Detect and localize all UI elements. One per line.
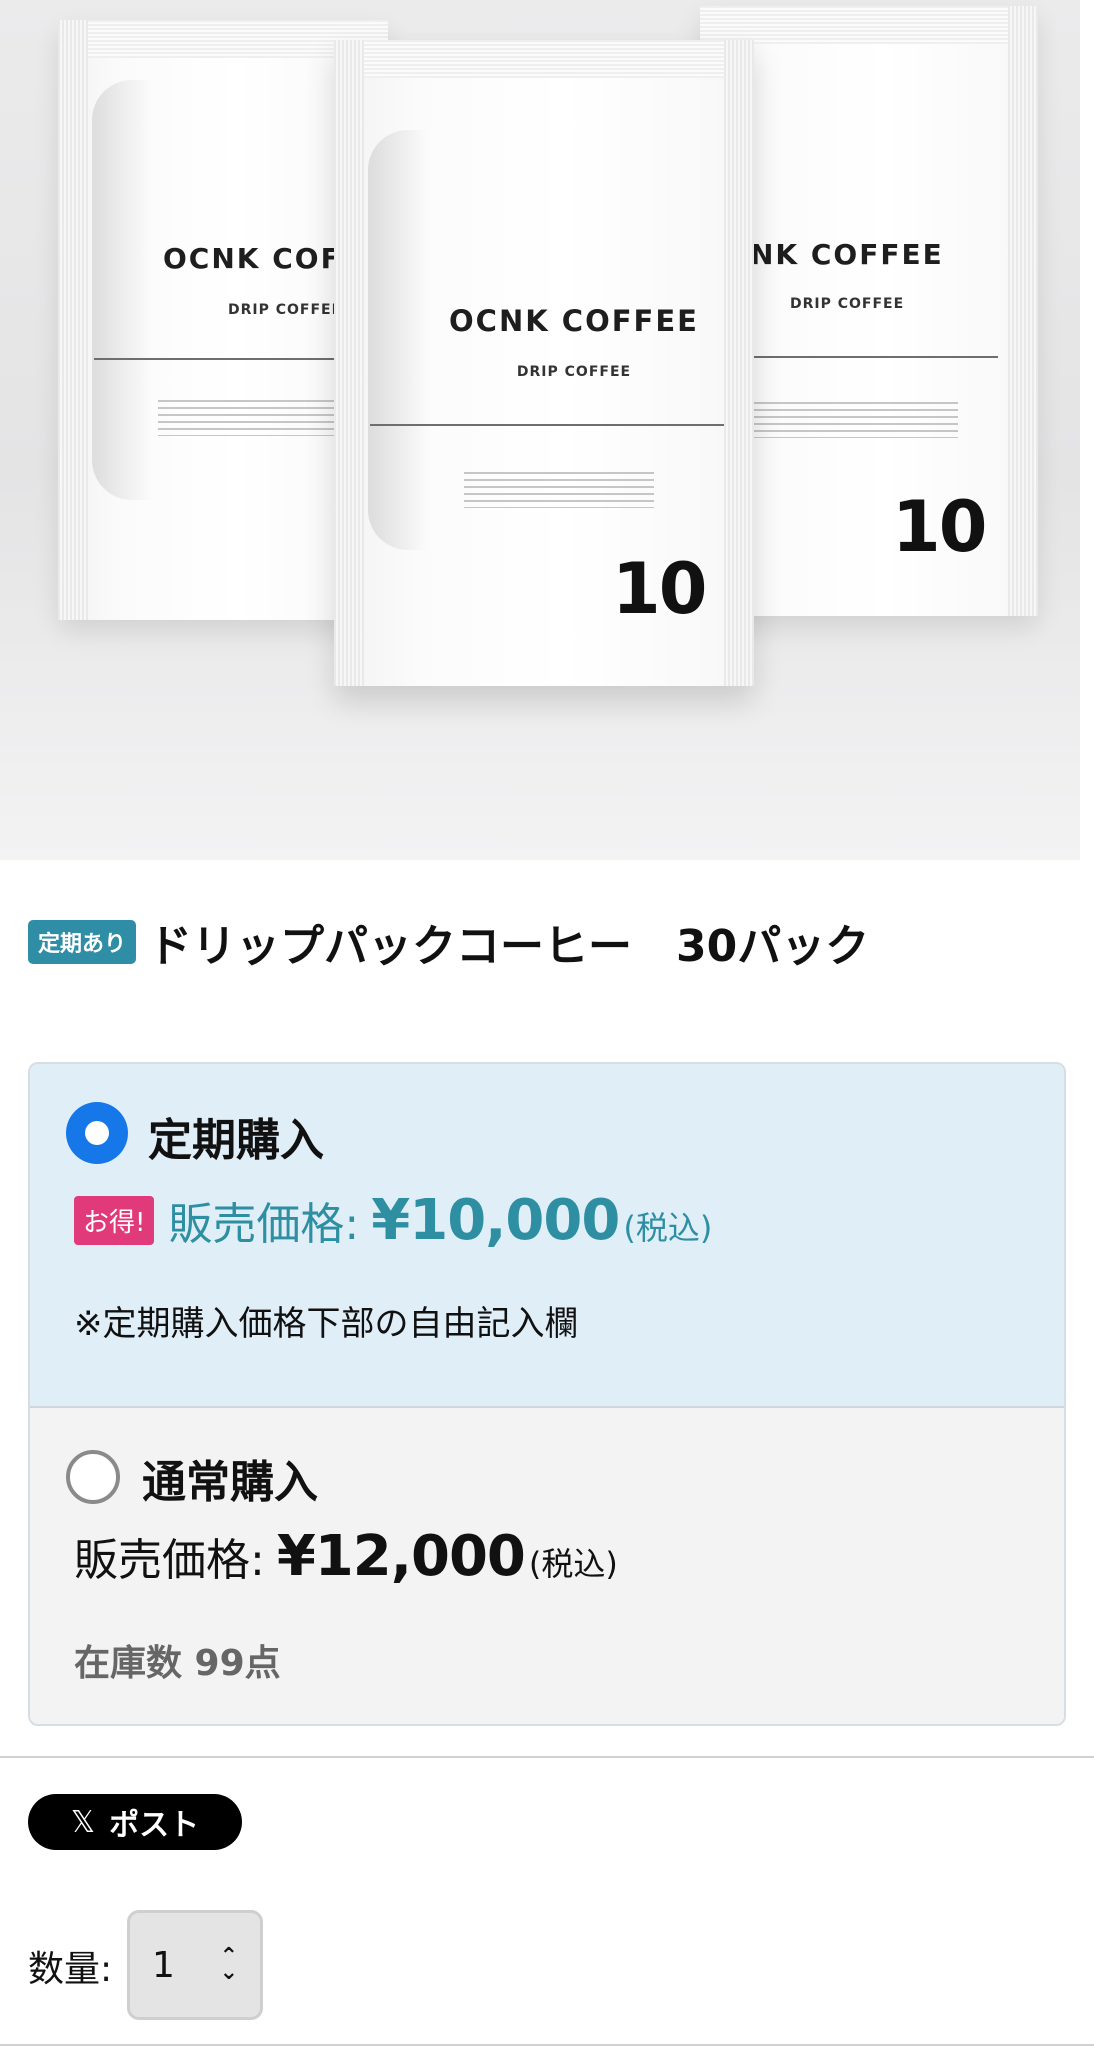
x-logo-icon: 𝕏 [70,1804,96,1840]
deal-badge: お得! [74,1196,155,1245]
subscription-available-badge: 定期あり [28,920,137,964]
subscription-label: 定期購入 [148,1115,324,1166]
product-image: OCNK COF DRIP COFFEE NK COFFEE DRIP COFF… [0,0,1094,860]
regular-label: 通常購入 [142,1457,318,1508]
bag-number: 10 [892,486,987,568]
subscription-price-line: お得! 販売価格: ¥10,000 (税込) [74,1188,712,1253]
regular-price: ¥12,000 [276,1524,526,1589]
bag-subtitle: DRIP COFFEE [516,364,632,380]
stock-count: 在庫数 99点 [74,1643,281,1684]
bag-number: 10 [612,548,707,630]
bag-brand: OCNK COFFEE [449,304,699,338]
tax-included-label: (税込) [528,1545,618,1583]
subscription-price: ¥10,000 [371,1188,620,1253]
bag-subtitle: DRIP COFFEE [790,296,905,312]
subscription-note: ※定期購入価格下部の自由記入欄 [74,1304,579,1344]
subscription-radio[interactable] [66,1102,128,1164]
quantity-label: 数量: [28,1949,113,1990]
product-title-row: 定期あり ドリップパックコーヒー 30パック [28,910,1068,974]
bag-brand: NK COFFEE [750,238,944,271]
regular-price-line: 販売価格: ¥12,000 (税込) [74,1524,618,1589]
x-post-button[interactable]: 𝕏 ポスト [28,1794,242,1850]
up-down-chevron-icon: ⌃ ⌄ [219,1944,238,1985]
quantity-value: 1 [152,1944,175,1986]
quantity-select[interactable]: 1 ⌃ ⌄ [127,1910,263,2020]
bottom-divider [0,2044,1094,2046]
subscription-option[interactable]: 定期購入 お得! 販売価格: ¥10,000 (税込) ※定期購入価格下部の自由… [30,1064,1064,1408]
regular-option[interactable]: 通常購入 販売価格: ¥12,000 (税込) 在庫数 99点 [30,1408,1064,1724]
post-button-label: ポスト [109,1808,200,1843]
price-label: 販売価格: [74,1535,265,1586]
section-divider [0,1756,1094,1758]
product-title: ドリップパックコーヒー 30パック [148,921,870,972]
regular-radio[interactable] [66,1450,120,1504]
coffee-bag-center: OCNK COFFEE DRIP COFFEE 10 [334,40,754,686]
price-label: 販売価格: [168,1199,360,1250]
tax-included-label: (税込) [623,1209,713,1247]
purchase-options: 定期購入 お得! 販売価格: ¥10,000 (税込) ※定期購入価格下部の自由… [28,1062,1066,1726]
